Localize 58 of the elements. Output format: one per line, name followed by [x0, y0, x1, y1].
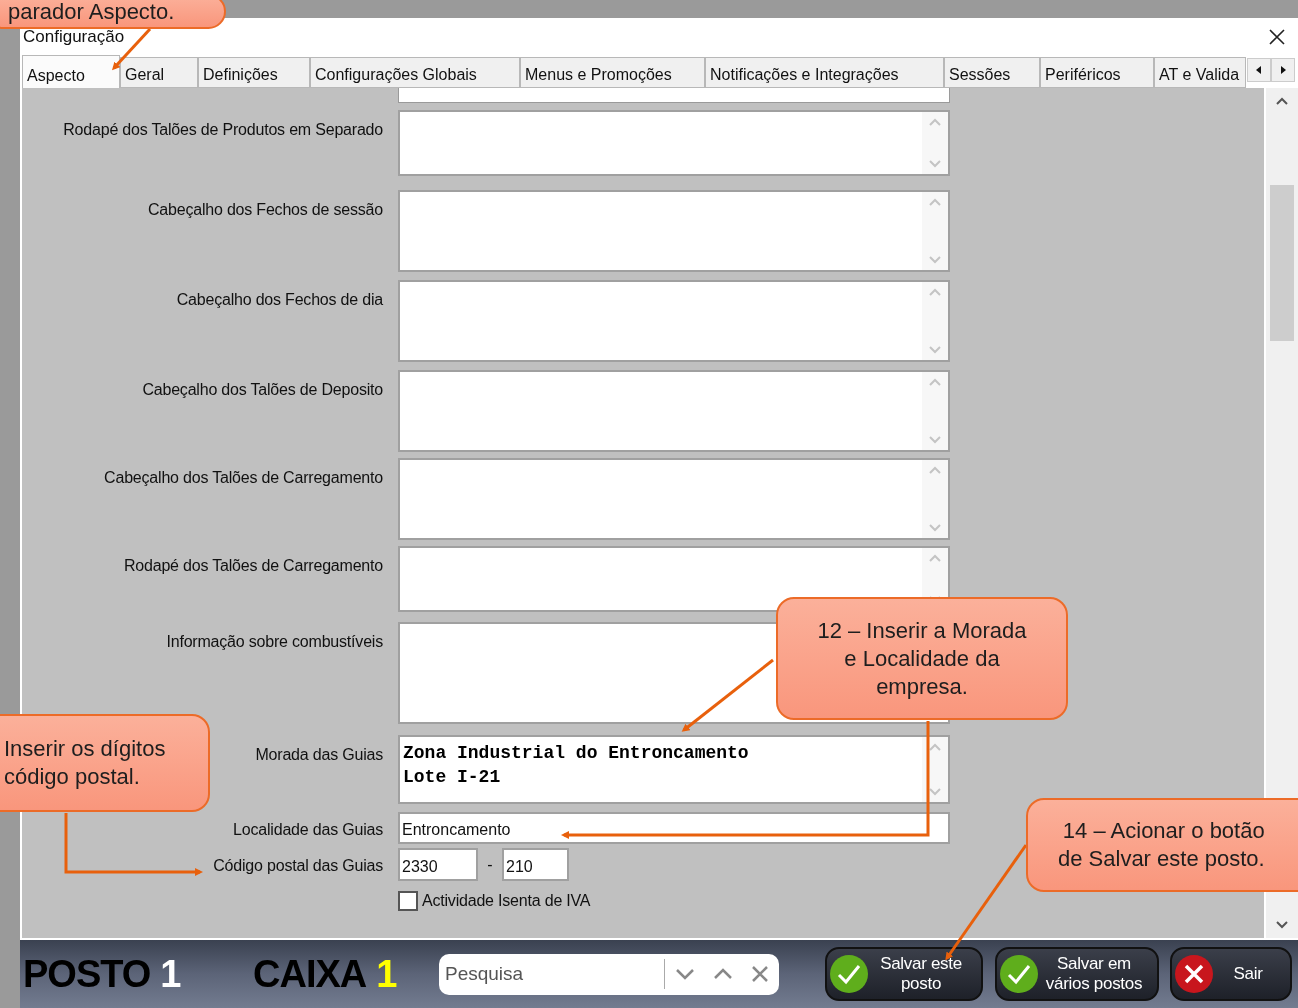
postal-code-field[interactable]: 210	[502, 848, 569, 881]
field-label: Morada das Guias	[255, 746, 383, 763]
checkbox-label: Actividade Isenta de IVA	[422, 891, 591, 911]
text-line: Zona Industrial do Entroncamento	[403, 742, 750, 765]
search-field[interactable]: Pesquisa	[439, 953, 779, 995]
text-line: Lote I-21	[403, 766, 502, 789]
postal-code-field[interactable]: 2330	[398, 848, 478, 881]
scroll-up-icon[interactable]	[928, 743, 942, 752]
text-area[interactable]: Zona Industrial do Entroncamento Lote I-21	[398, 735, 950, 804]
callout-text: 14 – Acionar o botão de Salvar este posto.	[1057, 817, 1265, 873]
tab[interactable]: Menus e Promoções	[520, 57, 705, 88]
tab[interactable]: Aspecto	[22, 55, 120, 88]
counter-number: 1	[160, 951, 182, 997]
tab-scroll-left-button[interactable]	[1247, 58, 1271, 82]
clear-icon[interactable]	[751, 965, 769, 983]
checkmark-icon	[829, 954, 869, 994]
tab-scroll-right-button[interactable]	[1271, 58, 1295, 82]
callout-text: parador Aspecto.	[7, 0, 175, 26]
callout-text: Inserir os dígitos código postal.	[3, 735, 166, 791]
save-button[interactable]: Salvar em vários postos	[995, 947, 1159, 1001]
field-label: Cabeçalho dos Fechos de sessão	[147, 201, 383, 218]
close-icon	[1174, 954, 1214, 994]
scrollbar-thumb[interactable]	[1270, 185, 1294, 341]
scroll-down-icon[interactable]	[1275, 920, 1289, 930]
text-field[interactable]: Entroncamento	[398, 812, 950, 844]
search-input[interactable]: Pesquisa	[445, 959, 664, 989]
chevron-up-icon[interactable]	[713, 968, 733, 980]
field-label: Cabeçalho dos Talões de Carregamento	[104, 469, 383, 486]
field-label: Rodapé dos Talões de Produtos em Separado	[63, 121, 383, 138]
counter-number: 1	[376, 951, 398, 997]
field-label: Localidade das Guias	[233, 821, 383, 838]
field-label: Cabeçalho dos Fechos de dia	[176, 291, 383, 308]
counter-label: POSTO	[23, 951, 151, 997]
right-triangle-icon	[1280, 66, 1286, 74]
checkmark-icon	[999, 954, 1039, 994]
window-title: Configuração	[23, 25, 125, 48]
scroll-up-icon[interactable]	[1275, 96, 1289, 106]
tab[interactable]: Configurações Globais	[310, 57, 520, 88]
tab[interactable]: Geral	[120, 57, 198, 88]
exit-button[interactable]: Sair	[1170, 947, 1292, 1001]
scroll-down-icon[interactable]	[928, 787, 942, 796]
tab[interactable]: AT e Valida	[1154, 57, 1246, 88]
save-button[interactable]: Salvar este posto	[825, 947, 983, 1001]
tab[interactable]: Sessões	[944, 57, 1040, 88]
separator-text: -	[486, 854, 494, 875]
field-label: Informação sobre combustíveis	[166, 633, 383, 650]
field-label: Cabeçalho dos Talões de Deposito	[142, 381, 383, 398]
callout-text: 12 – Inserir a Morada e Localidade da empresa.	[817, 616, 1027, 701]
tab[interactable]: Definições	[198, 57, 310, 88]
chevron-down-icon[interactable]	[675, 968, 695, 980]
checkbox[interactable]	[398, 891, 418, 911]
close-icon[interactable]	[1268, 27, 1286, 46]
tab[interactable]: Notificações e Integrações	[705, 57, 944, 88]
field-label: Código postal das Guias	[213, 857, 383, 874]
counter-label: CAIXA	[253, 951, 367, 997]
tab[interactable]: Periféricos	[1040, 57, 1154, 88]
field-label: Rodapé dos Talões de Carregamento	[123, 557, 383, 574]
left-triangle-icon	[1256, 66, 1262, 74]
